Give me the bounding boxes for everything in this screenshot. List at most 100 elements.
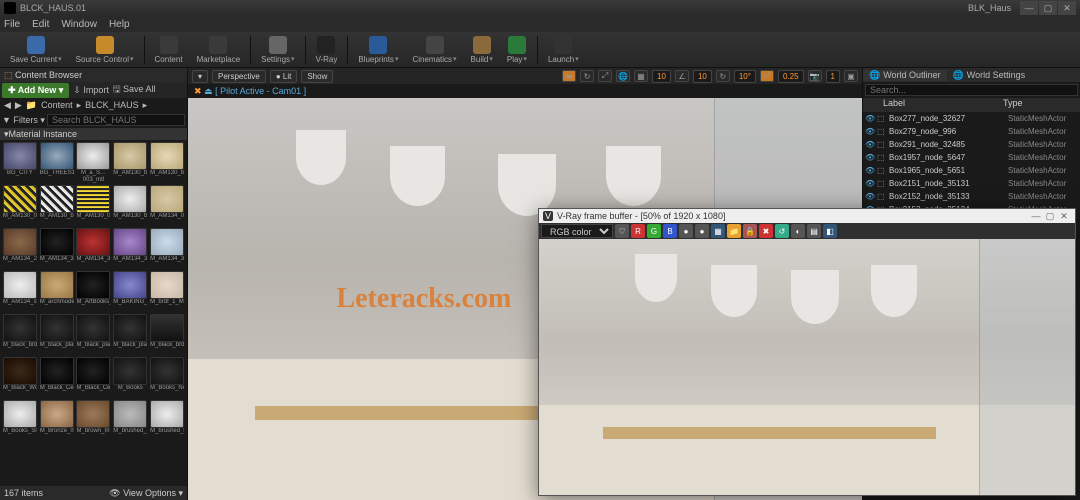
vfb-tool-button[interactable]: ● xyxy=(679,224,693,238)
asset-thumbnail[interactable]: M_brdf_1_Mat xyxy=(149,271,185,313)
outliner-row[interactable]: 👁⬚Box2152_node_35133StaticMeshActor xyxy=(863,190,1080,203)
asset-thumbnail[interactable]: BG_CITY xyxy=(2,142,38,184)
menu-help[interactable]: Help xyxy=(109,19,130,30)
camera-speed-icon[interactable]: 📷 xyxy=(808,70,822,82)
column-label[interactable]: Label xyxy=(863,98,1003,112)
grid-snap-value[interactable]: 10 xyxy=(652,70,671,83)
vfb-tool-button[interactable]: ◐ xyxy=(791,224,805,238)
toolbar-cinematics[interactable]: Cinematics▾ xyxy=(406,34,462,66)
toolbar-play[interactable]: Play▾ xyxy=(501,34,533,66)
asset-thumbnail[interactable]: M_AM130_brdf_66_Mat xyxy=(39,185,75,227)
tab-world-outliner[interactable]: 🌐 World Outliner xyxy=(863,70,947,81)
asset-thumbnail[interactable]: M_AM134_35_brdf_124_Mat xyxy=(39,228,75,270)
view-options-button[interactable]: 👁 View Options ▾ xyxy=(109,488,183,499)
asset-thumbnail[interactable]: M_Books_Normals_mtl xyxy=(149,357,185,399)
vfb-tool-button[interactable]: ♡ xyxy=(615,224,629,238)
asset-thumbnail[interactable]: M_brushed_brdf xyxy=(149,400,185,442)
rotation-snap-icon[interactable]: ↻ xyxy=(716,70,730,82)
asset-thumbnail[interactable]: M_Black_Wood_mtl_brdf_14 xyxy=(2,357,38,399)
angle-snap-icon[interactable]: ∠ xyxy=(675,70,689,82)
asset-thumbnail[interactable]: M_brown_mtl xyxy=(76,400,112,442)
lit-button[interactable]: ● Lit xyxy=(270,70,298,83)
filters-button[interactable]: ▼ Filters ▾ xyxy=(2,115,45,126)
asset-thumbnail[interactable]: M_AM134_38_Defaultex xyxy=(112,228,148,270)
asset-thumbnail[interactable]: M_black_plastic_mtl_brdf_50_Mat xyxy=(112,314,148,356)
vfb-maximize-button[interactable]: ▢ xyxy=(1043,211,1057,222)
maximize-button[interactable]: ▢ xyxy=(1039,1,1057,15)
import-button[interactable]: ⇩ Import xyxy=(73,85,109,96)
toolbar-build[interactable]: Build▾ xyxy=(465,34,499,66)
asset-thumbnail[interactable]: M_AM134_38_brdf_57_Mat xyxy=(76,228,112,270)
toolbar-settings[interactable]: Settings▾ xyxy=(255,34,300,66)
outliner-row[interactable]: 👁⬚Box1965_node_5651StaticMeshActor xyxy=(863,164,1080,177)
angle-snap-value[interactable]: 10 xyxy=(693,70,712,83)
perspective-button[interactable]: Perspective xyxy=(212,70,266,83)
asset-thumbnail[interactable]: M_brushed_steel_brdf_75_Mat xyxy=(112,400,148,442)
vfb-tool-button[interactable]: ▤ xyxy=(807,224,821,238)
add-new-button[interactable]: ✚ Add New ▾ xyxy=(2,83,69,98)
vray-frame-buffer-window[interactable]: V V-Ray frame buffer - [50% of 1920 x 10… xyxy=(538,208,1076,496)
minimize-button[interactable]: — xyxy=(1020,1,1038,15)
asset-thumbnail[interactable]: M_AM134_06_paper_bag xyxy=(149,185,185,227)
viewport-menu-icon[interactable]: ▾ xyxy=(192,70,208,83)
outliner-row[interactable]: 👁⬚Box2151_node_35131StaticMeshActor xyxy=(863,177,1080,190)
asset-thumbnail[interactable]: BG_TREES1 xyxy=(39,142,75,184)
asset-thumbnail[interactable]: M_AM130_brdf_59_Mat xyxy=(112,185,148,227)
toolbar-launch[interactable]: Launch▾ xyxy=(542,34,585,66)
asset-thumbnail[interactable]: M_Black_Ceramic_mtl_brdf_132_Mat xyxy=(76,357,112,399)
transform-scale-icon[interactable]: ⤢ xyxy=(598,70,612,82)
asset-thumbnail[interactable]: M_ArtBooks_brdf_147_Mat xyxy=(76,271,112,313)
toolbar-v-ray[interactable]: V-Ray xyxy=(310,34,344,66)
asset-thumbnail[interactable]: M_black_brdf_45_Mat xyxy=(2,314,38,356)
asset-thumbnail[interactable]: M_black_brdf xyxy=(149,314,185,356)
asset-thumbnail[interactable]: M_AM134_39_bottle_glass_white_mtl xyxy=(149,228,185,270)
asset-thumbnail[interactable]: M_AM130_brdf_138_Mat xyxy=(149,142,185,184)
asset-thumbnail[interactable]: M_AM134_24_shoe_01_mtl xyxy=(2,228,38,270)
transform-move-icon[interactable]: ⬌ xyxy=(562,70,576,82)
asset-thumbnail[interactable]: M_black_plastic_mtl_brdf_112_Mat xyxy=(39,314,75,356)
asset-thumbnail[interactable]: M_black_plastic_mtl_brdf_1_Mat xyxy=(76,314,112,356)
column-type[interactable]: Type xyxy=(1003,98,1080,112)
toolbar-content[interactable]: Content xyxy=(149,34,189,66)
vfb-minimize-button[interactable]: — xyxy=(1029,211,1043,221)
save-all-button[interactable]: 🖫 Save All xyxy=(113,82,156,98)
rotation-snap-value[interactable]: 10° xyxy=(734,70,756,83)
toolbar-blueprints[interactable]: Blueprints▾ xyxy=(352,34,404,66)
asset-thumbnail[interactable]: M_Books_Small_Shelf_brdf_63 xyxy=(2,400,38,442)
asset-thumbnail[interactable]: M_AM130_035_007_mtl xyxy=(76,185,112,227)
vfb-tool-button[interactable]: G xyxy=(647,224,661,238)
vfb-tool-button[interactable]: 📁 xyxy=(727,224,741,238)
menu-edit[interactable]: Edit xyxy=(32,19,49,30)
asset-thumbnail[interactable]: M_a_S… 003_mtl xyxy=(76,142,112,184)
maximize-viewport-icon[interactable]: ▣ xyxy=(844,70,858,82)
menu-file[interactable]: File xyxy=(4,19,20,30)
outliner-row[interactable]: 👁⬚Box277_node_32627StaticMeshActor xyxy=(863,112,1080,125)
vfb-render-view[interactable] xyxy=(539,239,1075,495)
asset-thumbnail[interactable]: M_AM130_035_mtl xyxy=(2,185,38,227)
menu-window[interactable]: Window xyxy=(61,19,97,30)
scale-snap-value[interactable]: 0.25 xyxy=(778,70,804,83)
outliner-row[interactable]: 👁⬚Box279_node_996StaticMeshActor xyxy=(863,125,1080,138)
coord-icon[interactable]: 🌐 xyxy=(616,70,630,82)
vfb-tool-button[interactable]: 🔒 xyxy=(743,224,757,238)
tab-world-settings[interactable]: 🌐 World Settings xyxy=(947,70,1032,81)
grid-snap-icon[interactable]: ▦ xyxy=(634,70,648,82)
vfb-tool-button[interactable]: ↺ xyxy=(775,224,789,238)
vfb-titlebar[interactable]: V V-Ray frame buffer - [50% of 1920 x 10… xyxy=(539,209,1075,223)
outliner-row[interactable]: 👁⬚Box291_node_32485StaticMeshActor xyxy=(863,138,1080,151)
asset-thumbnail[interactable]: M_AM130_brdf_135_Mat xyxy=(112,142,148,184)
asset-thumbnail[interactable]: M_Books xyxy=(112,357,148,399)
asset-thumbnail[interactable]: M_Bronze_mtl_brdf_40_Mat xyxy=(39,400,75,442)
vfb-channel-select[interactable]: RGB color xyxy=(541,224,613,238)
outliner-row[interactable]: 👁⬚Box1957_node_5647StaticMeshActor xyxy=(863,151,1080,164)
toolbar-marketplace[interactable]: Marketplace xyxy=(191,34,247,66)
vfb-tool-button[interactable]: ▦ xyxy=(711,224,725,238)
vfb-tool-button[interactable]: B xyxy=(663,224,677,238)
toolbar-source-control[interactable]: Source Control▾ xyxy=(70,34,140,66)
vfb-tool-button[interactable]: R xyxy=(631,224,645,238)
asset-thumbnail[interactable]: M_archmodels92_005_04_mtl xyxy=(39,271,75,313)
transform-rotate-icon[interactable]: ↻ xyxy=(580,70,594,82)
outliner-search-input[interactable] xyxy=(865,84,1078,96)
asset-thumbnail[interactable]: M_BAKING_Normals_mtl xyxy=(112,271,148,313)
show-button[interactable]: Show xyxy=(301,70,333,83)
